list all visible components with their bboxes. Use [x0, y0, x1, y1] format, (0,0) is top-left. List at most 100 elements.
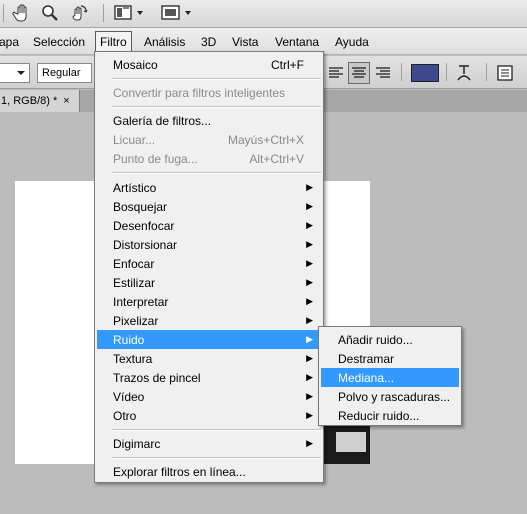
options-separator [446, 63, 447, 81]
submenu-arrow-icon: ▶ [306, 277, 313, 287]
menu-item-browse-filters-online[interactable]: Explorar filtros en línea... [97, 462, 321, 481]
menu-item-shortcut: Ctrl+F [271, 58, 304, 72]
menu-filter[interactable]: Filtro [95, 31, 132, 53]
menu-item-label: Mediana... [338, 371, 395, 385]
menu-item-render[interactable]: Interpretar ▶ [97, 292, 321, 311]
menu-item-sharpen[interactable]: Enfocar ▶ [97, 254, 321, 273]
menu-separator [112, 106, 321, 108]
submenu-arrow-icon: ▶ [306, 315, 313, 325]
document-tab-title: 1, RGB/8) * [1, 95, 58, 107]
noise-submenu: Añadir ruido... Destramar Mediana... Pol… [318, 326, 462, 426]
document-tab[interactable]: 1, RGB/8) * × [0, 90, 80, 112]
submenu-arrow-icon: ▶ [306, 372, 313, 382]
close-tab-icon[interactable]: × [63, 95, 69, 107]
align-center-icon[interactable] [348, 62, 370, 84]
zoom-tool-icon[interactable] [39, 2, 61, 24]
submenu-item-despeckle[interactable]: Destramar [321, 349, 459, 368]
menu-item-shortcut: Alt+Ctrl+V [249, 152, 304, 166]
submenu-arrow-icon: ▶ [306, 438, 313, 448]
menu-item-label: Estilizar [113, 276, 156, 290]
menu-item-label: Explorar filtros en línea... [113, 465, 246, 479]
menu-image[interactable]: apa [0, 35, 19, 49]
menu-item-label: Licuar... [113, 133, 156, 147]
menu-analysis[interactable]: Análisis [144, 35, 185, 49]
menu-item-noise[interactable]: Ruido ▶ [97, 330, 321, 349]
submenu-arrow-icon: ▶ [306, 391, 313, 401]
submenu-item-median[interactable]: Mediana... [321, 368, 459, 387]
filter-menu: Mosaico Ctrl+F Convertir para filtros int… [94, 51, 324, 483]
menu-item-label: Distorsionar [113, 238, 178, 252]
menu-item-liquify: Licuar... Mayús+Ctrl+X [97, 130, 321, 149]
screen-mode-icon[interactable] [160, 2, 196, 24]
menu-item-label: Pixelizar [113, 314, 159, 328]
menu-item-label: Digimarc [113, 437, 161, 451]
menu-item-digimarc[interactable]: Digimarc ▶ [97, 434, 321, 453]
menu-item-sketch[interactable]: Bosquejar ▶ [97, 197, 321, 216]
menu-item-label: Desenfocar [113, 219, 175, 233]
menu-item-label: Artístico [113, 181, 157, 195]
rotate-view-icon[interactable] [68, 2, 90, 24]
options-separator [486, 63, 487, 81]
canvas-image-content [336, 432, 366, 452]
menu-view[interactable]: Vista [232, 35, 258, 49]
submenu-arrow-icon: ▶ [306, 334, 313, 344]
submenu-item-reduce-noise[interactable]: Reducir ruido... [321, 406, 459, 425]
font-family-dropdown[interactable] [0, 63, 30, 83]
menu-item-label: Bosquejar [113, 200, 168, 214]
font-style-value: Regular [42, 67, 81, 79]
options-separator [401, 63, 402, 81]
font-style-dropdown[interactable]: Regular [37, 63, 92, 83]
submenu-item-add-noise[interactable]: Añadir ruido... [321, 330, 459, 349]
menu-separator [112, 172, 321, 174]
submenu-arrow-icon: ▶ [306, 258, 313, 268]
menu-item-pixelate[interactable]: Pixelizar ▶ [97, 311, 321, 330]
menu-item-texture[interactable]: Textura ▶ [97, 349, 321, 368]
align-left-icon[interactable] [325, 62, 347, 84]
submenu-arrow-icon: ▶ [306, 410, 313, 420]
menu-item-artistic[interactable]: Artístico ▶ [97, 178, 321, 197]
menu-item-label: Enfocar [113, 257, 155, 271]
submenu-item-dust-and-scratches[interactable]: Polvo y rascaduras... [321, 387, 459, 406]
menu-selection[interactable]: Selección [33, 35, 85, 49]
menu-item-distort[interactable]: Distorsionar ▶ [97, 235, 321, 254]
menu-separator [112, 78, 321, 80]
menu-item-label: Vídeo [113, 390, 145, 404]
application-bar [0, 0, 527, 28]
menu-item-brush-strokes[interactable]: Trazos de pincel ▶ [97, 368, 321, 387]
menu-item-convert-smart-filters: Convertir para filtros inteligentes [97, 83, 321, 102]
arrange-documents-icon[interactable] [113, 2, 149, 24]
menu-item-video[interactable]: Vídeo ▶ [97, 387, 321, 406]
menu-item-label: Convertir para filtros inteligentes [113, 86, 286, 100]
menu-separator [112, 457, 321, 459]
menu-help[interactable]: Ayuda [335, 35, 369, 49]
menu-item-mosaico[interactable]: Mosaico Ctrl+F [97, 55, 321, 74]
menu-3d[interactable]: 3D [201, 35, 216, 49]
submenu-arrow-icon: ▶ [306, 296, 313, 306]
menu-item-filter-gallery[interactable]: Galería de filtros... [97, 111, 321, 130]
menu-window[interactable]: Ventana [275, 35, 319, 49]
menu-item-label: Trazos de pincel [113, 371, 201, 385]
character-panel-icon[interactable] [494, 62, 516, 84]
hand-tool-icon[interactable] [12, 2, 34, 24]
menu-item-label: Añadir ruido... [338, 333, 413, 347]
menu-item-label: Otro [113, 409, 137, 423]
submenu-arrow-icon: ▶ [306, 182, 313, 192]
align-right-icon[interactable] [372, 62, 394, 84]
submenu-arrow-icon: ▶ [306, 353, 313, 363]
toolbar-separator [103, 4, 104, 22]
submenu-arrow-icon: ▶ [306, 239, 313, 249]
menu-item-other[interactable]: Otro ▶ [97, 406, 321, 425]
menu-item-stylize[interactable]: Estilizar ▶ [97, 273, 321, 292]
text-color-swatch[interactable] [411, 64, 439, 82]
submenu-arrow-icon: ▶ [306, 201, 313, 211]
menu-item-label: Textura [113, 352, 153, 366]
menu-item-label: Mosaico [113, 58, 158, 72]
menu-item-blur[interactable]: Desenfocar ▶ [97, 216, 321, 235]
menu-item-label: Galería de filtros... [113, 114, 212, 128]
submenu-arrow-icon: ▶ [306, 220, 313, 230]
menu-item-label: Punto de fuga... [113, 152, 198, 166]
warp-text-icon[interactable] [453, 62, 475, 84]
menu-item-label: Destramar [338, 352, 395, 366]
toolbar-separator [3, 4, 4, 22]
menu-item-label: Reducir ruido... [338, 409, 420, 423]
